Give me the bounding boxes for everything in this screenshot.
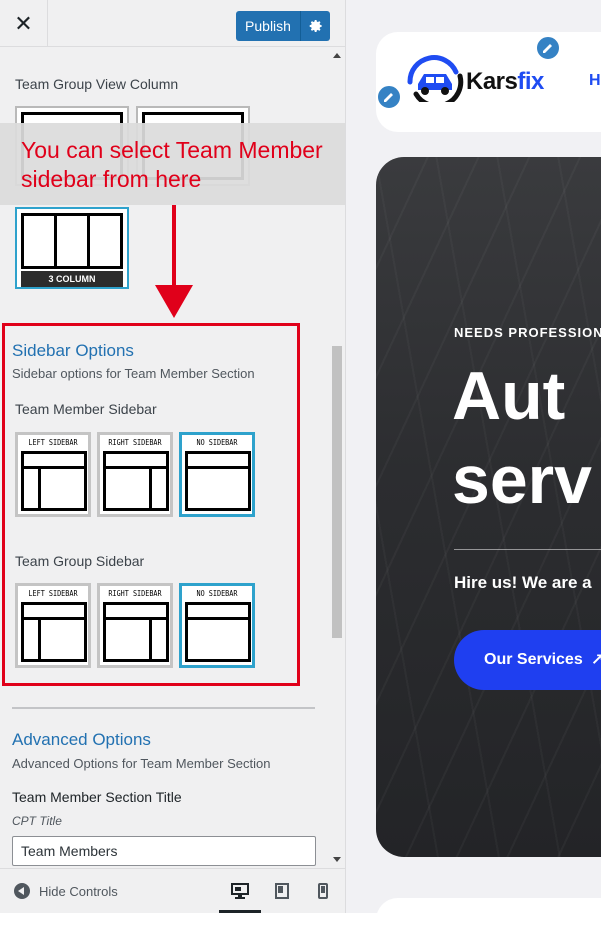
- tablet-preview-button[interactable]: [272, 881, 292, 901]
- member-sidebar-none[interactable]: NO SIDEBAR: [179, 432, 255, 517]
- collapse-arrow-icon: [14, 883, 30, 899]
- site-logo-text[interactable]: Karsfix: [466, 68, 544, 96]
- left-sidebar-layout-icon: [21, 602, 87, 662]
- team-member-section-title-label: Team Member Section Title: [12, 789, 182, 805]
- gear-icon: [309, 20, 322, 32]
- no-sidebar-layout-icon: [185, 451, 251, 511]
- publish-button[interactable]: Publish: [236, 11, 300, 41]
- group-sidebar-none[interactable]: NO SIDEBAR: [179, 583, 255, 668]
- edit-shortcut-logo[interactable]: [535, 35, 561, 61]
- customizer-panel: ✕ Publish Team Group View Column 3 COLUM…: [0, 0, 346, 913]
- logo-name: Kars: [466, 68, 518, 95]
- desktop-icon: [231, 883, 249, 899]
- annotation-text: You can select Team Member sidebar from …: [21, 137, 323, 192]
- edit-shortcut-header[interactable]: [376, 84, 402, 110]
- sidebar-option-caption: RIGHT SIDEBAR: [108, 589, 162, 598]
- sidebar-options-description: Sidebar options for Team Member Section: [12, 366, 255, 381]
- mobile-icon: [318, 883, 328, 899]
- publish-group: Publish: [236, 11, 330, 41]
- hide-controls-label: Hide Controls: [39, 883, 118, 899]
- sidebar-option-caption: LEFT SIDEBAR: [28, 438, 78, 447]
- arrow-down-icon: [155, 285, 193, 318]
- column-option-caption: 3 COLUMN: [21, 271, 123, 287]
- team-group-sidebar-label: Team Group Sidebar: [15, 553, 145, 569]
- scrollbar-thumb[interactable]: [332, 346, 342, 638]
- hide-controls-button[interactable]: Hide Controls: [14, 883, 118, 899]
- team-group-view-label: Team Group View Column: [15, 76, 179, 92]
- hero-title-line-1: Aut: [452, 358, 566, 434]
- member-sidebar-left[interactable]: LEFT SIDEBAR: [15, 432, 91, 517]
- hero-kicker: NEEDS PROFESSION: [454, 325, 601, 340]
- nav-item-home[interactable]: H: [589, 72, 601, 90]
- arrow-up-right-icon: ↗: [590, 652, 601, 669]
- mobile-preview-button[interactable]: [313, 881, 333, 901]
- group-sidebar-right[interactable]: RIGHT SIDEBAR: [97, 583, 173, 668]
- sidebar-option-caption: NO SIDEBAR: [196, 438, 238, 447]
- tablet-icon: [275, 883, 289, 899]
- column-option-3[interactable]: 3 COLUMN: [15, 207, 129, 289]
- team-member-section-title-input[interactable]: Team Members: [12, 836, 316, 866]
- panel-header: ✕ Publish: [0, 0, 345, 47]
- section-divider: [12, 707, 315, 709]
- hero-title-line-2: serv: [452, 442, 592, 518]
- car-logo-icon: [407, 55, 464, 102]
- publish-settings-button[interactable]: [300, 11, 330, 41]
- sidebar-option-caption: NO SIDEBAR: [196, 589, 238, 598]
- right-sidebar-layout-icon: [103, 451, 169, 511]
- scroll-up-icon[interactable]: [333, 53, 341, 58]
- panel-footer: Hide Controls: [0, 868, 345, 913]
- cpt-title-label: CPT Title: [12, 814, 62, 828]
- sidebar-options-heading: Sidebar Options: [12, 341, 134, 360]
- right-sidebar-layout-icon: [103, 602, 169, 662]
- cta-label: Our Services: [484, 651, 583, 668]
- member-sidebar-right[interactable]: RIGHT SIDEBAR: [97, 432, 173, 517]
- close-button[interactable]: ✕: [0, 0, 48, 47]
- group-sidebar-left[interactable]: LEFT SIDEBAR: [15, 583, 91, 668]
- advanced-options-description: Advanced Options for Team Member Section: [12, 756, 271, 771]
- sidebar-option-caption: LEFT SIDEBAR: [28, 589, 78, 598]
- no-sidebar-layout-icon: [185, 602, 251, 662]
- annotation-arrow-shaft: [172, 205, 176, 293]
- hero-divider: [454, 549, 601, 550]
- pencil-icon: [543, 44, 552, 53]
- team-member-sidebar-label: Team Member Sidebar: [15, 401, 157, 417]
- active-device-indicator: [219, 910, 261, 913]
- our-services-button[interactable]: Our Services ↗: [454, 630, 601, 690]
- hero-subtitle: Hire us! We are a: [454, 573, 592, 592]
- desktop-preview-button[interactable]: [230, 881, 250, 901]
- site-preview: Karsfix H NEEDS PROFESSION Aut serv Hire…: [346, 0, 601, 913]
- left-sidebar-layout-icon: [21, 451, 87, 511]
- sidebar-option-caption: RIGHT SIDEBAR: [108, 438, 162, 447]
- scroll-down-icon[interactable]: [333, 857, 341, 862]
- next-section-card: [376, 898, 601, 913]
- three-column-preview: [21, 213, 123, 269]
- logo-accent: fix: [517, 68, 544, 95]
- pencil-icon: [384, 93, 393, 102]
- close-icon: ✕: [14, 10, 33, 36]
- advanced-options-heading: Advanced Options: [12, 730, 151, 749]
